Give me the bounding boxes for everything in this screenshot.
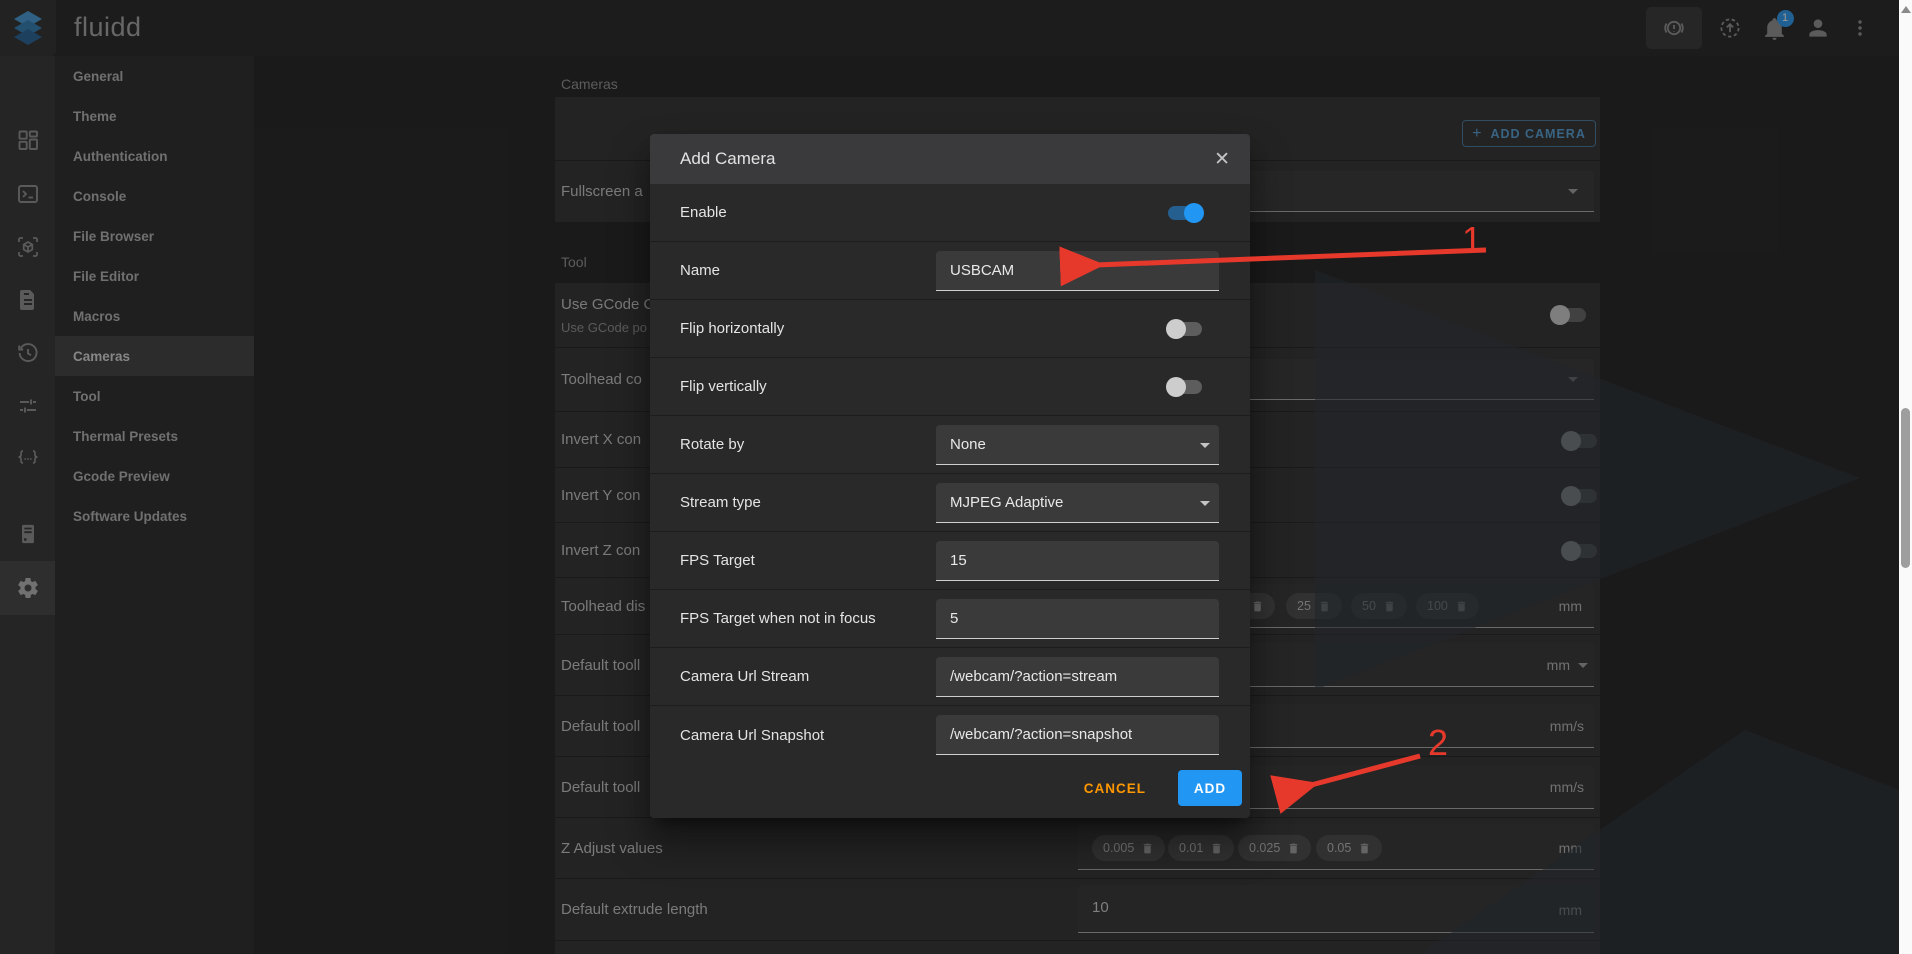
name-input[interactable] xyxy=(936,251,1219,291)
flip-horizontal-toggle[interactable] xyxy=(1168,322,1202,336)
add-button[interactable]: ADD xyxy=(1178,770,1242,806)
camera-url-snapshot-input[interactable] xyxy=(936,715,1219,755)
scrollbar-up-arrow[interactable] xyxy=(1901,6,1911,13)
close-icon[interactable]: ✕ xyxy=(1214,150,1230,169)
fps-target-input[interactable] xyxy=(936,541,1219,581)
dialog-title: Add Camera xyxy=(680,149,1214,169)
add-camera-dialog: Add Camera ✕ Enable Name Flip horizontal… xyxy=(650,134,1250,818)
chevron-down-icon xyxy=(1200,443,1210,448)
rotate-by-row: Rotate by None xyxy=(650,416,1250,474)
flip-horizontally-row: Flip horizontally xyxy=(650,300,1250,358)
dialog-footer: CANCEL ADD xyxy=(650,764,1250,818)
flip-vertically-row: Flip vertically xyxy=(650,358,1250,416)
camera-url-snapshot-row: Camera Url Snapshot xyxy=(650,706,1250,764)
fps-target-row: FPS Target xyxy=(650,532,1250,590)
stream-type-row: Stream type MJPEG Adaptive xyxy=(650,474,1250,532)
chevron-down-icon xyxy=(1200,501,1210,506)
page-scrollbar[interactable] xyxy=(1899,0,1912,954)
camera-url-stream-input[interactable] xyxy=(936,657,1219,697)
enable-row: Enable xyxy=(650,184,1250,242)
fps-target-unfocused-row: FPS Target when not in focus xyxy=(650,590,1250,648)
cancel-button[interactable]: CANCEL xyxy=(1078,780,1152,797)
enable-toggle[interactable] xyxy=(1168,206,1202,220)
stream-type-select[interactable]: MJPEG Adaptive xyxy=(936,483,1219,523)
fluidd-app: fluidd 1 xyxy=(0,0,1912,954)
camera-url-stream-row: Camera Url Stream xyxy=(650,648,1250,706)
scrollbar-thumb[interactable] xyxy=(1901,408,1910,568)
dialog-header: Add Camera ✕ xyxy=(650,134,1250,184)
flip-vertical-toggle[interactable] xyxy=(1168,380,1202,394)
rotate-by-select[interactable]: None xyxy=(936,425,1219,465)
dialog-body: Enable Name Flip horizontally Flip verti… xyxy=(650,184,1250,764)
fps-target-unfocused-input[interactable] xyxy=(936,599,1219,639)
name-row: Name xyxy=(650,242,1250,300)
